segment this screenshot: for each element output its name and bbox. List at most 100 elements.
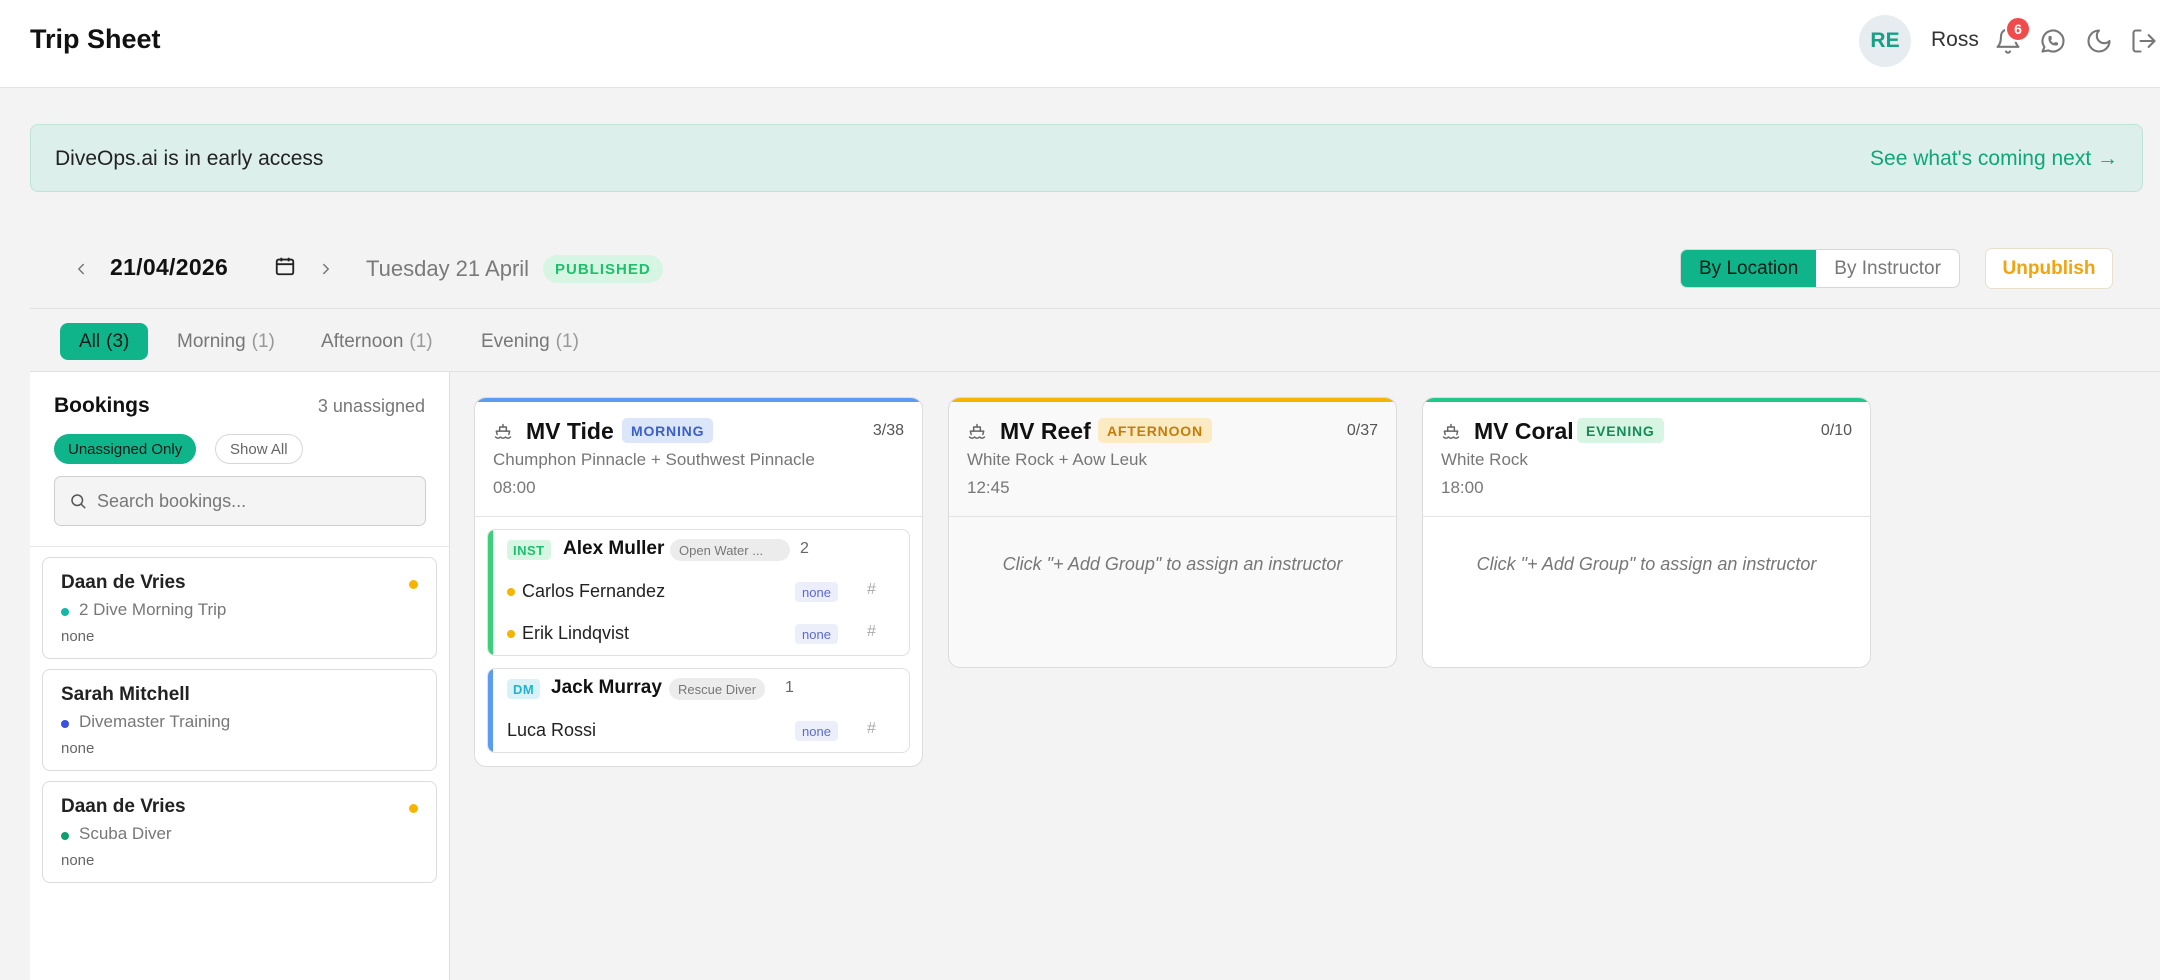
course-chip: Open Water ... — [670, 539, 790, 561]
booking-course: Divemaster Training — [79, 712, 231, 731]
diver-row[interactable]: Carlos Fernandez none # — [488, 570, 909, 612]
tab-count: (1) — [555, 330, 579, 352]
search-icon — [69, 492, 87, 515]
tab-label: Evening — [481, 330, 550, 352]
page-title: Trip Sheet — [30, 24, 161, 54]
booking-status: none — [61, 852, 95, 869]
whats-next-link[interactable]: See what's coming next → — [1870, 147, 2118, 171]
chevron-right-icon — [323, 263, 329, 275]
empty-state: Click "+ Add Group" to assign an instruc… — [1002, 554, 1343, 574]
booking-course: Scuba Diver — [79, 824, 172, 843]
booking-status: none — [61, 628, 95, 645]
dark-mode-icon[interactable] — [2083, 25, 2115, 57]
user-name[interactable]: Ross — [1931, 28, 1979, 52]
tab-count: (3) — [106, 330, 130, 352]
by-instructor-button[interactable]: By Instructor — [1816, 250, 1959, 287]
unpublish-button[interactable]: Unpublish — [1985, 248, 2113, 289]
tab-all[interactable]: All (3) — [60, 323, 149, 360]
trip-column-mv-tide: MV Tide MORNING 3/38 Chumphon Pinnacle +… — [474, 397, 923, 767]
search-input[interactable] — [97, 477, 417, 525]
status-badge: PUBLISHED — [543, 255, 663, 283]
early-access-banner: DiveOps.ai is in early access See what's… — [30, 124, 2143, 192]
search-box — [54, 476, 426, 526]
unassigned-count: 3 unassigned — [317, 396, 425, 416]
booking-name: Daan de Vries — [61, 796, 186, 817]
divider — [30, 546, 450, 547]
whatsapp-icon[interactable] — [2037, 25, 2069, 57]
tab-label: Morning — [177, 330, 246, 352]
trip-header: MV Reef AFTERNOON 0/37 White Rock + Aow … — [949, 398, 1396, 517]
number-field[interactable]: # — [867, 720, 876, 738]
cert-tag[interactable]: none — [795, 721, 838, 741]
trip-name: MV Reef — [1000, 418, 1091, 444]
boat-icon — [967, 422, 987, 447]
logout-icon[interactable] — [2128, 25, 2160, 57]
trip-time: 12:45 — [967, 478, 1010, 497]
trip-column-mv-reef: MV Reef AFTERNOON 0/37 White Rock + Aow … — [948, 397, 1397, 668]
banner-text: DiveOps.ai is in early access — [55, 147, 324, 170]
diver-row[interactable]: Luca Rossi none # — [488, 709, 909, 751]
trip-dive-sites: Chumphon Pinnacle + Southwest Pinnacle — [493, 450, 815, 469]
prev-day-button[interactable] — [66, 254, 96, 284]
status-dot — [507, 630, 515, 638]
instructor-name: Alex Muller — [563, 538, 665, 559]
unassigned-indicator — [409, 580, 418, 589]
bookings-title: Bookings — [54, 394, 150, 417]
bookings-panel: Bookings 3 unassigned Unassigned Only Sh… — [30, 372, 450, 980]
instructor-group[interactable]: DM Jack Murray Rescue Diver 1 Luca Rossi… — [487, 668, 910, 753]
trip-header: MV Coral EVENING 0/10 White Rock 18:00 — [1423, 398, 1870, 517]
booking-name: Daan de Vries — [61, 572, 186, 593]
cert-tag[interactable]: none — [795, 624, 838, 644]
number-field[interactable]: # — [867, 581, 876, 599]
trip-name: MV Coral — [1474, 418, 1574, 444]
diver-row[interactable]: Erik Lindqvist none # — [488, 612, 909, 654]
group-header: INST Alex Muller Open Water ... 2 — [488, 530, 909, 570]
trip-name: MV Tide — [526, 418, 614, 444]
unassigned-indicator — [409, 804, 418, 813]
tab-morning[interactable]: Morning (1) — [158, 323, 294, 360]
by-location-button[interactable]: By Location — [1681, 250, 1817, 287]
view-toggle: By Location By Instructor — [1680, 249, 1960, 288]
avatar[interactable]: RE — [1859, 15, 1911, 67]
trip-header: MV Tide MORNING 3/38 Chumphon Pinnacle +… — [475, 398, 922, 517]
divider — [30, 308, 2160, 309]
booking-card[interactable]: Daan de Vries Scuba Diver none — [42, 781, 437, 883]
cert-tag[interactable]: none — [795, 582, 838, 602]
next-day-button[interactable] — [311, 254, 341, 284]
tab-afternoon[interactable]: Afternoon (1) — [302, 323, 452, 360]
boat-icon — [493, 422, 513, 447]
trip-capacity: 0/10 — [1820, 422, 1852, 439]
group-count: 2 — [800, 540, 809, 557]
trip-time: 18:00 — [1441, 478, 1484, 497]
app-header: Trip Sheet RE Ross 6 — [0, 0, 2160, 88]
trip-capacity: 3/38 — [872, 422, 904, 439]
calendar-icon[interactable] — [274, 255, 300, 281]
role-badge: INST — [507, 540, 551, 560]
booking-status: none — [61, 740, 95, 757]
booking-name: Sarah Mitchell — [61, 684, 190, 705]
booking-card[interactable]: Daan de Vries 2 Dive Morning Trip none — [42, 557, 437, 659]
instructor-name: Jack Murray — [551, 677, 662, 698]
boat-icon — [1441, 422, 1461, 447]
trip-dive-sites: White Rock + Aow Leuk — [967, 450, 1148, 469]
show-all-filter[interactable]: Show All — [215, 434, 303, 464]
tab-label: All — [79, 330, 101, 352]
empty-state: Click "+ Add Group" to assign an instruc… — [1476, 554, 1817, 574]
unassigned-only-filter[interactable]: Unassigned Only — [54, 434, 197, 464]
course-chip: Rescue Diver — [669, 678, 766, 700]
booking-course: 2 Dive Morning Trip — [79, 600, 227, 619]
number-field[interactable]: # — [867, 623, 876, 641]
diver-name: Luca Rossi — [507, 720, 597, 740]
instructor-group[interactable]: INST Alex Muller Open Water ... 2 Carlos… — [487, 529, 910, 656]
trip-capacity: 0/37 — [1346, 422, 1378, 439]
notification-badge: 6 — [2005, 16, 2031, 42]
diver-name: Carlos Fernandez — [522, 581, 666, 601]
diver-name: Erik Lindqvist — [522, 623, 630, 643]
tab-count: (1) — [409, 330, 433, 352]
booking-card[interactable]: Sarah Mitchell Divemaster Training none — [42, 669, 437, 771]
tab-evening[interactable]: Evening (1) — [462, 323, 598, 360]
trip-dive-sites: White Rock — [1441, 450, 1528, 469]
trip-column-mv-coral: MV Coral EVENING 0/10 White Rock 18:00 C… — [1422, 397, 1871, 668]
course-dot — [61, 608, 69, 616]
date-input[interactable]: 21/04/2026 — [110, 254, 228, 281]
